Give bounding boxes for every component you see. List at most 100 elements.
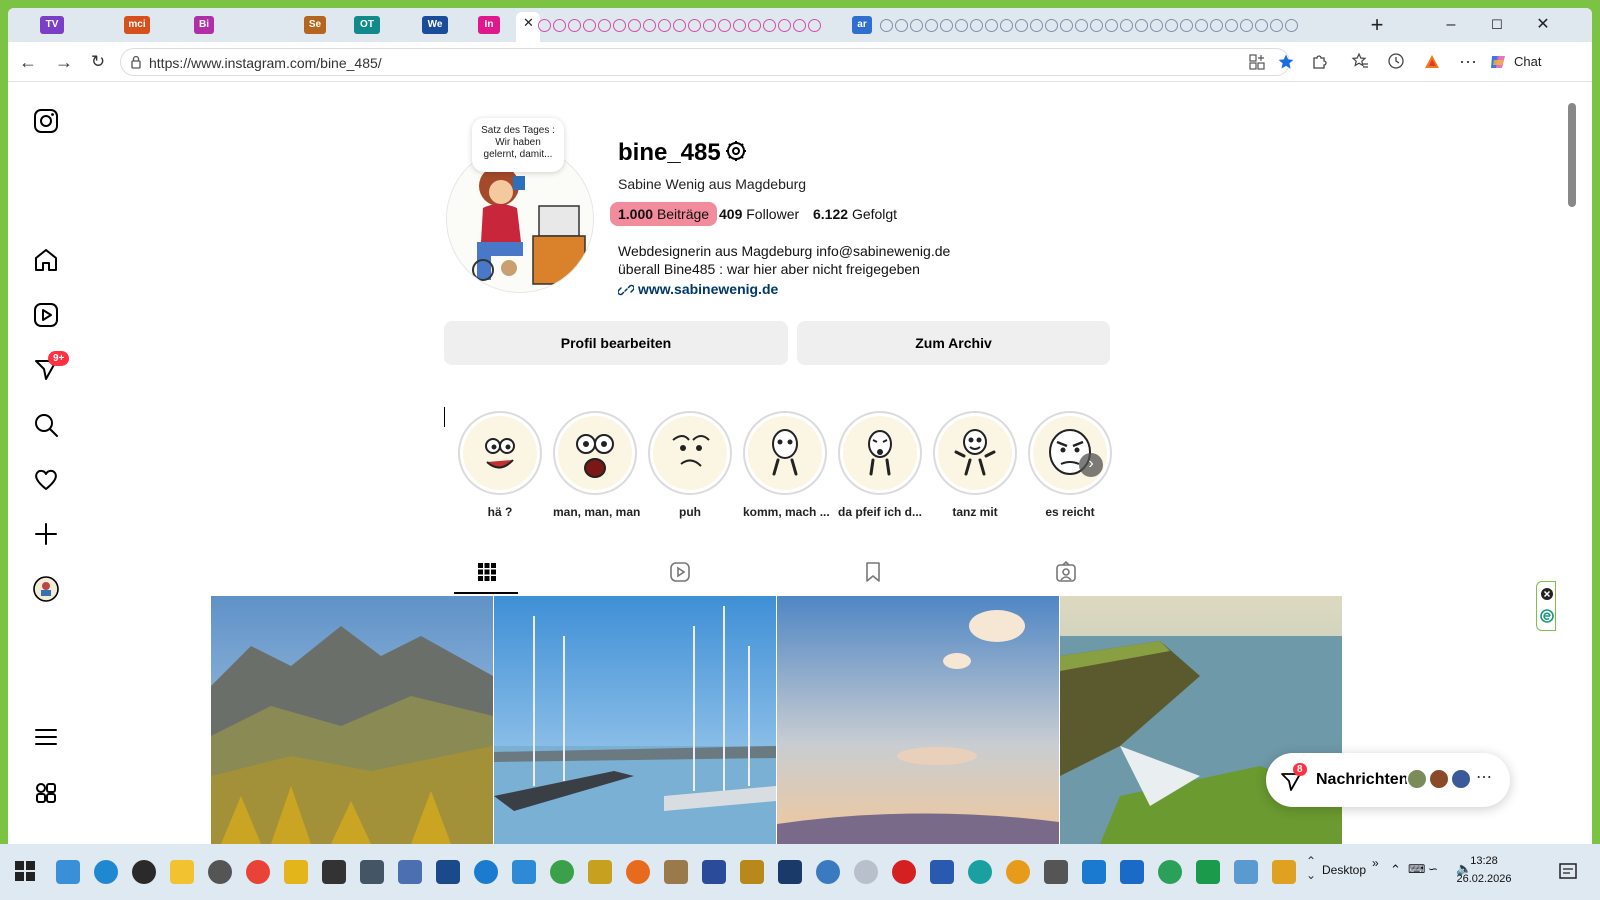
settings-gear-icon[interactable] <box>208 860 232 884</box>
taskbar-app-icon[interactable] <box>1158 860 1182 884</box>
favorites-icon[interactable] <box>1350 52 1370 72</box>
taskbar-app-icon[interactable] <box>854 860 878 884</box>
tab-group-misc[interactable] <box>880 19 1300 33</box>
taskbar-app-icon[interactable] <box>930 860 954 884</box>
extensions-icon[interactable] <box>1310 52 1330 72</box>
tagged-icon[interactable] <box>1055 561 1077 583</box>
wifi-icon[interactable]: ∽ <box>1428 862 1438 876</box>
reels-icon[interactable] <box>32 301 60 329</box>
taskbar-app-icon[interactable] <box>1006 860 1030 884</box>
taskbar-app-icon[interactable] <box>702 860 726 884</box>
taskbar-app-icon[interactable] <box>512 860 536 884</box>
close-circle-icon[interactable] <box>1540 587 1554 601</box>
extension-flame-icon[interactable] <box>1422 52 1442 72</box>
tab-bi[interactable]: Bi <box>194 16 214 34</box>
highlight-item[interactable]: komm, mach ... <box>743 411 830 519</box>
history-icon[interactable] <box>1386 52 1406 72</box>
taskbar-app-icon[interactable] <box>474 860 498 884</box>
home-icon[interactable] <box>32 246 60 274</box>
input-language-icon[interactable]: ⌨ <box>1408 862 1425 876</box>
reload-icon[interactable]: ↻ <box>86 50 110 74</box>
taskbar-app-icon[interactable] <box>816 860 840 884</box>
page-scrollbar[interactable] <box>1566 83 1578 844</box>
forward-icon[interactable]: → <box>52 50 76 74</box>
tab-group-instagram[interactable] <box>538 19 823 33</box>
taskbar-app-icon[interactable] <box>1044 860 1068 884</box>
tab-we[interactable]: We <box>422 16 448 34</box>
taskbar-app-icon[interactable] <box>284 860 308 884</box>
scrollbar-thumb[interactable] <box>1568 103 1576 207</box>
taskbar-app-icon[interactable] <box>1196 860 1220 884</box>
posts-count[interactable]: 1.000 Beiträge <box>610 202 718 226</box>
more-apps-icon[interactable] <box>32 779 60 807</box>
edit-profile-button[interactable]: Profil bearbeiten <box>444 321 788 365</box>
highlight-item[interactable]: da pfeif ich d... <box>838 411 922 519</box>
store-icon[interactable] <box>1272 860 1296 884</box>
minimize-icon[interactable]: – <box>1428 8 1474 42</box>
desktop-toolbar-label[interactable]: Desktop <box>1322 863 1366 877</box>
tab-ar[interactable]: ar <box>852 16 872 34</box>
edge-sidebar-widget[interactable] <box>1536 581 1556 631</box>
taskbar-app-icon[interactable] <box>436 860 460 884</box>
highlight-item[interactable]: man, man, man <box>553 411 640 519</box>
post-thumbnail-mountains[interactable] <box>211 596 493 844</box>
highlights-next-chevron-icon[interactable]: › <box>1079 453 1103 477</box>
maximize-icon[interactable]: ☐ <box>1474 8 1520 42</box>
notification-center-icon[interactable] <box>1558 862 1578 882</box>
post-thumbnail-sky[interactable] <box>777 596 1059 844</box>
search-icon[interactable] <box>32 411 60 439</box>
taskbar-app-icon[interactable] <box>1234 860 1258 884</box>
instagram-logo-icon[interactable] <box>32 107 60 135</box>
taskbar-app-icon[interactable] <box>778 860 802 884</box>
taskbar-app-icon[interactable] <box>56 860 80 884</box>
chrome-icon[interactable] <box>246 860 270 884</box>
highlight-item[interactable]: puh <box>648 411 732 519</box>
taskbar-app-icon[interactable] <box>1120 860 1144 884</box>
settings-gear-icon[interactable] <box>724 139 748 163</box>
following-count[interactable]: 6.122 Gefolgt <box>813 206 897 222</box>
website-link[interactable]: www.sabinewenig.de <box>638 281 778 297</box>
edge-e-icon[interactable] <box>1540 609 1554 623</box>
windows-start-icon[interactable] <box>14 860 36 882</box>
profile-avatar-icon[interactable] <box>32 575 60 603</box>
reels-tab-icon[interactable] <box>669 561 691 583</box>
more-menu-icon[interactable]: ⋯ <box>1458 52 1478 72</box>
tab-mci[interactable]: mci <box>124 16 150 34</box>
window-close-icon[interactable]: ✕ <box>1520 8 1566 42</box>
tab-in[interactable]: In <box>478 16 500 34</box>
saved-bookmark-icon[interactable] <box>862 561 884 583</box>
tab-tv[interactable]: TV <box>40 16 64 34</box>
taskbar-clock[interactable]: 13:28 26.02.2026 <box>1446 852 1522 888</box>
edge-browser-icon[interactable] <box>94 860 118 884</box>
followers-count[interactable]: 409 Follower <box>719 206 799 222</box>
post-thumbnail-harbor[interactable] <box>494 596 776 844</box>
note-bubble[interactable]: Satz des Tages : Wir haben gelernt, dami… <box>472 118 564 172</box>
file-explorer-icon[interactable] <box>170 860 194 884</box>
taskbar-app-icon[interactable] <box>360 860 384 884</box>
taskbar-app-icon[interactable] <box>588 860 612 884</box>
copilot-chat-button[interactable]: Chat <box>1484 48 1548 76</box>
taskbar-scroll-arrows[interactable]: ⌃ ⌄ <box>1306 854 1316 882</box>
app-available-icon[interactable] <box>1249 54 1265 70</box>
taskbar-app-icon[interactable] <box>664 860 688 884</box>
taskbar-app-icon[interactable] <box>740 860 764 884</box>
taskbar-app-icon[interactable] <box>132 860 156 884</box>
toolbar-expand-icon[interactable]: » <box>1372 856 1379 870</box>
new-tab-button[interactable]: + <box>1354 8 1400 42</box>
favorite-star-icon[interactable] <box>1277 53 1295 71</box>
opera-icon[interactable] <box>892 860 916 884</box>
url-field[interactable]: https://www.instagram.com/bine_485/ <box>120 48 1294 76</box>
menu-hamburger-icon[interactable] <box>32 723 60 751</box>
highlight-item[interactable]: tanz mit <box>933 411 1017 519</box>
taskbar-app-icon[interactable] <box>322 860 346 884</box>
tab-ot[interactable]: OT <box>354 16 380 34</box>
tray-overflow-icon[interactable]: ⌃ <box>1390 862 1401 878</box>
posts-grid-icon[interactable] <box>476 561 498 583</box>
tab-active-instagram[interactable]: ✕ <box>516 12 540 42</box>
download-icon[interactable] <box>1082 860 1106 884</box>
tab-close-icon[interactable]: ✕ <box>523 15 534 31</box>
create-plus-icon[interactable] <box>32 520 60 548</box>
taskbar-app-icon[interactable] <box>398 860 422 884</box>
taskbar-app-icon[interactable] <box>968 860 992 884</box>
back-icon[interactable]: ← <box>16 50 40 74</box>
